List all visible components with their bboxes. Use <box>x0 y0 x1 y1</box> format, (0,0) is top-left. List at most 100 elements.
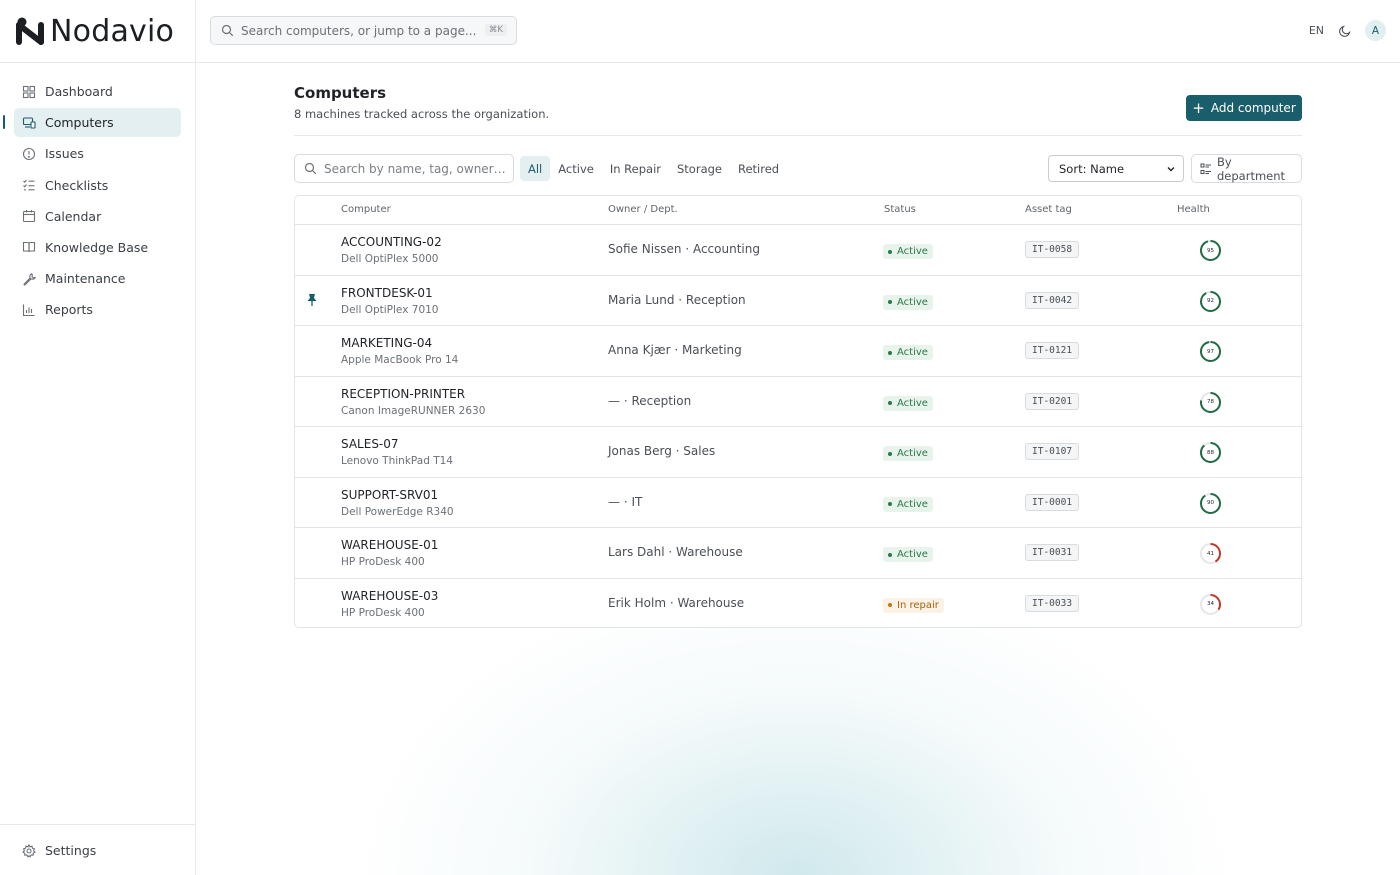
table-row[interactable]: SUPPORT-SRV01 Dell PowerEdge R340 — · IT Ac… <box>295 478 1301 528</box>
global-search-input[interactable]: Search computers, or jump to a page... ⌘… <box>210 16 517 45</box>
status-dot-icon <box>888 502 892 506</box>
table-search-placeholder: Search by name, tag, owner… <box>324 161 506 176</box>
column-header-health[interactable]: Health <box>1177 204 1210 215</box>
status-badge: Active <box>883 294 933 310</box>
status-label: Active <box>897 448 928 459</box>
status-badge: Active <box>883 496 933 512</box>
computer-name[interactable]: SUPPORT-SRV01 <box>341 488 438 502</box>
status-label: Active <box>897 498 928 510</box>
health-score: 78 <box>1207 399 1214 405</box>
owner-department: Jonas Berg · Sales <box>608 444 716 458</box>
table-row[interactable]: WAREHOUSE-03 HP ProDesk 400 Erik Holm · Wa… <box>295 579 1301 628</box>
add-computer-button[interactable]: + Add computer <box>1186 95 1302 121</box>
status-filter-tabs: All Active In Repair Storage Retired <box>520 156 787 181</box>
table-search-input[interactable]: Search by name, tag, owner… <box>294 154 514 183</box>
column-header-computer[interactable]: Computer <box>341 204 391 215</box>
tab-all[interactable]: All <box>520 156 551 181</box>
computer-name[interactable]: WAREHOUSE-01 <box>341 538 438 552</box>
brand-logo[interactable]: Nodavio <box>0 0 195 63</box>
health-gauge: 41 <box>1199 542 1222 565</box>
sort-select[interactable]: Sort: Name <box>1048 155 1184 182</box>
owner-department: Erik Holm · Warehouse <box>608 595 745 610</box>
group-by-department-button[interactable]: By department <box>1191 154 1302 183</box>
column-header-owner[interactable]: Owner / Dept. <box>608 204 678 215</box>
tab-storage[interactable]: Storage <box>669 156 730 181</box>
status-label: Active <box>897 347 928 358</box>
sidebar-item-label: Maintenance <box>45 271 126 287</box>
owner-department: — · IT <box>608 494 643 509</box>
column-header-status[interactable]: Status <box>884 204 916 215</box>
owner-department: Anna Kjær · Marketing <box>608 343 742 357</box>
sidebar-item-label: Dashboard <box>45 84 113 99</box>
sidebar-item-computers[interactable]: Computers <box>3 108 181 138</box>
health-gauge: 34 <box>1199 593 1222 616</box>
status-badge: Active <box>883 345 933 360</box>
computer-model: Dell PowerEdge R340 <box>341 505 454 518</box>
sidebar-item-reports[interactable]: Reports <box>14 295 181 324</box>
avatar[interactable]: A <box>1365 20 1386 41</box>
moon-icon[interactable] <box>1338 24 1352 38</box>
asset-tag: IT-0001 <box>1025 493 1080 511</box>
status-label: Active <box>897 397 928 409</box>
status-badge: Active <box>883 547 933 562</box>
plus-icon: + <box>1192 98 1205 117</box>
health-score: 97 <box>1207 348 1214 355</box>
tab-retired[interactable]: Retired <box>730 156 787 181</box>
computer-model: HP ProDesk 400 <box>341 606 425 619</box>
filter-bar: Search by name, tag, owner… All Active I… <box>294 154 1302 183</box>
sidebar-item-checklists[interactable]: Checklists <box>14 171 181 200</box>
chevron-down-icon <box>1166 164 1176 174</box>
health-gauge: 92 <box>1199 290 1222 313</box>
asset-tag: IT-0107 <box>1025 443 1080 460</box>
checklist-icon <box>22 178 36 192</box>
sidebar-item-settings[interactable]: Settings <box>14 836 181 865</box>
health-score: 95 <box>1207 247 1214 254</box>
table-header: Computer Owner / Dept. Status Asset tag … <box>295 196 1301 225</box>
wrench-icon <box>22 272 36 286</box>
table-row[interactable]: FRONTDESK-01 Dell OptiPlex 7010 Maria Lund… <box>295 276 1301 326</box>
computer-name[interactable]: RECEPTION-PRINTER <box>341 387 465 401</box>
table-row[interactable]: ACCOUNTING-02 Dell OptiPlex 5000 Sofie Nis… <box>295 225 1301 276</box>
computer-name[interactable]: ACCOUNTING-02 <box>341 235 442 249</box>
sidebar-item-knowledge-base[interactable]: Knowledge Base <box>14 233 181 262</box>
table-body: ACCOUNTING-02 Dell OptiPlex 5000 Sofie Nis… <box>295 225 1301 628</box>
computer-name[interactable]: MARKETING-04 <box>341 336 432 350</box>
sidebar-item-label: Calendar <box>45 208 102 224</box>
owner-department: — · Reception <box>608 393 692 408</box>
sidebar-item-issues[interactable]: Issues <box>14 139 181 168</box>
table-row[interactable]: SALES-07 Lenovo ThinkPad T14 Jonas Berg · … <box>295 427 1301 478</box>
list-group-icon <box>1200 163 1212 175</box>
computer-name[interactable]: WAREHOUSE-03 <box>341 589 438 603</box>
global-search-placeholder: Search computers, or jump to a page... <box>241 23 477 38</box>
sidebar-item-calendar[interactable]: Calendar <box>14 202 181 231</box>
sidebar-item-dashboard[interactable]: Dashboard <box>14 77 181 106</box>
gear-icon <box>22 843 36 858</box>
computers-table: Computer Owner / Dept. Status Asset tag … <box>294 195 1302 628</box>
table-row[interactable]: WAREHOUSE-01 HP ProDesk 400 Lars Dahl · Wa… <box>295 528 1301 579</box>
sidebar-item-label: Issues <box>45 146 84 162</box>
computer-name[interactable]: FRONTDESK-01 <box>341 286 433 300</box>
column-header-asset-tag[interactable]: Asset tag <box>1025 204 1072 215</box>
tab-in-repair[interactable]: In Repair <box>602 156 669 181</box>
table-row[interactable]: RECEPTION-PRINTER Canon ImageRUNNER 2630 —… <box>295 377 1301 427</box>
sidebar-item-label: Computers <box>45 115 114 131</box>
sidebar-item-maintenance[interactable]: Maintenance <box>14 264 181 293</box>
asset-tag: IT-0121 <box>1025 342 1080 359</box>
computer-name[interactable]: SALES-07 <box>341 437 399 451</box>
devices-icon <box>22 116 36 130</box>
table-row[interactable]: MARKETING-04 Apple MacBook Pro 14 Anna Kjæ… <box>295 326 1301 377</box>
main-content: Computers 8 machines tracked across the … <box>196 63 1400 875</box>
health-score: 90 <box>1207 500 1214 506</box>
language-switcher[interactable]: EN <box>1309 24 1324 37</box>
status-badge: Active <box>883 395 933 411</box>
status-dot-icon <box>888 249 892 254</box>
bar-chart-icon <box>22 303 36 317</box>
computer-model: HP ProDesk 400 <box>341 556 425 568</box>
health-gauge: 95 <box>1199 239 1222 262</box>
page-title: Computers <box>294 84 387 102</box>
health-gauge: 90 <box>1199 492 1222 515</box>
tab-active[interactable]: Active <box>550 156 602 181</box>
owner-department: Sofie Nissen · Accounting <box>608 242 760 256</box>
pin-icon[interactable] <box>306 293 318 307</box>
asset-tag: IT-0033 <box>1025 594 1080 612</box>
